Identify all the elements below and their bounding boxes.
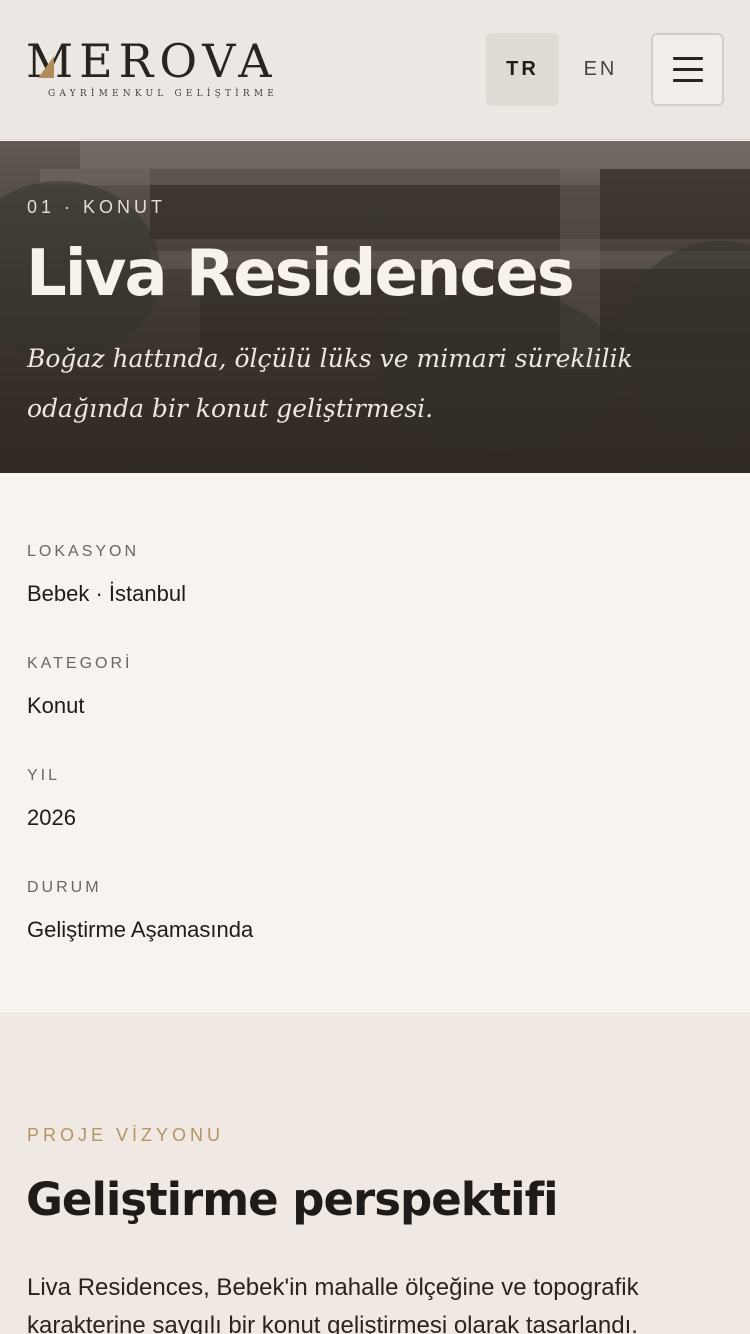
- info-year: YIL 2026: [27, 767, 76, 831]
- info-value: 2026: [27, 805, 76, 830]
- brand-logo[interactable]: MEROVA GAYRİMENKUL GELİŞTİRME: [26, 38, 282, 104]
- info-value: Bebek · İstanbul: [27, 581, 186, 606]
- project-info: LOKASYON Bebek · İstanbul KATEGORİ Konut…: [0, 473, 750, 1014]
- hamburger-menu-icon-line: [672, 68, 703, 71]
- info-label: KATEGORİ: [27, 655, 133, 672]
- brand-name: MEROVA: [26, 34, 278, 88]
- language-tr-button[interactable]: TR: [486, 33, 559, 106]
- vision-section: PROJE VİZYONU Geliştirme perspektifi Liv…: [0, 1015, 750, 1334]
- vision-body: Liva Residences, Bebek'in mahalle ölçeği…: [27, 1274, 639, 1334]
- info-label: YIL: [27, 767, 61, 784]
- hamburger-menu-icon-line: [672, 79, 703, 82]
- info-label: LOKASYON: [27, 543, 140, 560]
- menu-button[interactable]: [651, 33, 724, 106]
- info-value: Konut: [27, 693, 85, 718]
- info-value: Geliştirme Aşamasında: [27, 917, 254, 942]
- info-location: LOKASYON Bebek · İstanbul: [27, 543, 186, 607]
- hero-kicker: 01 · KONUT: [27, 197, 167, 217]
- info-label: DURUM: [27, 879, 102, 896]
- vision-kicker: PROJE VİZYONU: [27, 1125, 225, 1145]
- page-title: Liva Residences: [26, 237, 575, 311]
- brand-tagline: GAYRİMENKUL GELİŞTİRME: [48, 89, 279, 99]
- info-category: KATEGORİ Konut: [27, 655, 133, 719]
- logo-accent-shape: [38, 56, 54, 78]
- language-en-button[interactable]: EN: [564, 33, 637, 106]
- vision-title: Geliştirme perspektifi: [26, 1173, 559, 1226]
- hero-subtitle: Boğaz hattında, ölçülü lüks ve mimari sü…: [27, 344, 633, 423]
- site-header: MEROVA GAYRİMENKUL GELİŞTİRME TR EN: [0, 0, 750, 140]
- hero-section: 01 · KONUT Liva Residences Boğaz hattınd…: [0, 141, 750, 473]
- info-status: DURUM Geliştirme Aşamasında: [27, 879, 253, 943]
- hamburger-menu-icon: [672, 57, 703, 60]
